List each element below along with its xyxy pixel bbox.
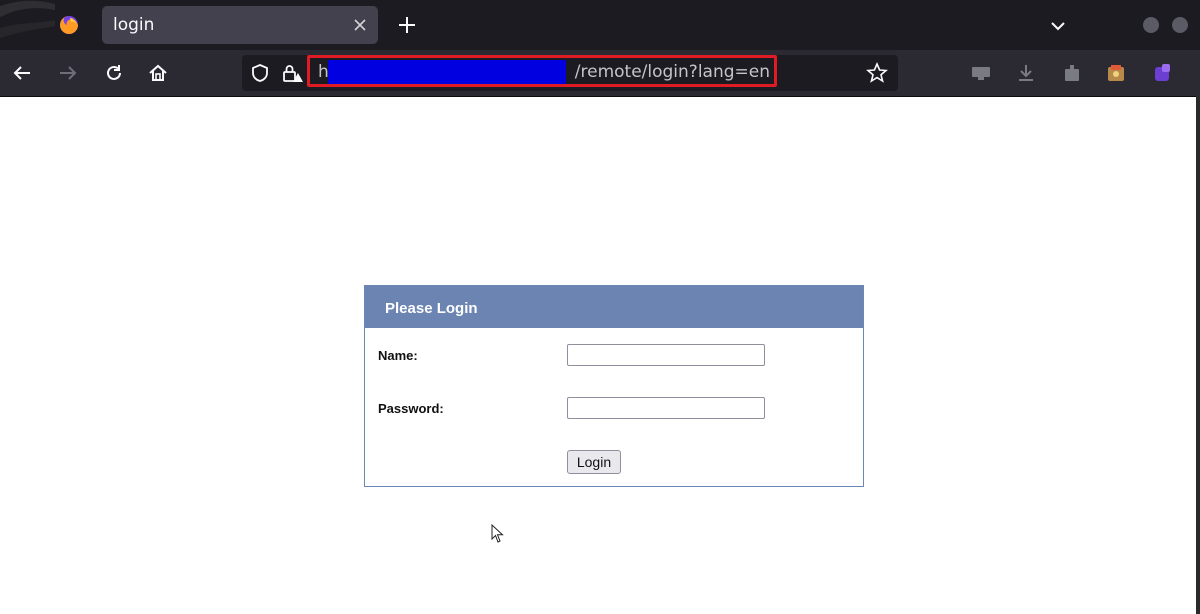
browser-tab-bar: login [0, 0, 1200, 50]
name-input[interactable] [567, 344, 765, 366]
tab-login[interactable]: login [102, 6, 378, 44]
window-minimize-button[interactable] [1143, 17, 1159, 33]
forward-arrow-icon[interactable] [56, 61, 80, 85]
reload-icon[interactable] [102, 61, 126, 85]
url-bar[interactable]: h/remote/login?lang=en [242, 55, 898, 91]
mouse-cursor-icon [491, 523, 505, 544]
background-decoration [0, 0, 55, 50]
addon-icon[interactable] [1104, 61, 1128, 85]
download-icon[interactable] [1014, 61, 1038, 85]
close-icon[interactable] [348, 13, 372, 37]
window-edge [1196, 96, 1200, 614]
password-input[interactable] [567, 397, 765, 419]
login-header: Please Login [365, 286, 863, 328]
name-label: Name: [378, 348, 418, 363]
password-label: Password: [378, 401, 444, 416]
extension-icon[interactable] [1060, 61, 1084, 85]
profile-icon[interactable] [1150, 61, 1174, 85]
tab-title: login [113, 15, 155, 35]
back-arrow-icon[interactable] [10, 61, 34, 85]
shield-icon[interactable] [250, 63, 270, 83]
login-panel: Please Login Name: Password: Login [364, 285, 864, 487]
browser-nav-bar: h/remote/login?lang=en [0, 50, 1200, 97]
plus-icon[interactable] [394, 12, 420, 38]
bookmark-star-icon[interactable] [866, 61, 888, 84]
login-title: Please Login [385, 300, 478, 317]
login-button[interactable]: Login [567, 450, 621, 474]
window-close-button[interactable] [1172, 17, 1188, 33]
url-highlight-box [307, 55, 777, 87]
screen-icon[interactable] [969, 61, 993, 85]
firefox-logo-icon[interactable] [58, 14, 80, 36]
home-icon[interactable] [146, 61, 170, 85]
chevron-down-icon[interactable] [1047, 15, 1069, 37]
lock-warning-icon[interactable] [282, 63, 303, 83]
